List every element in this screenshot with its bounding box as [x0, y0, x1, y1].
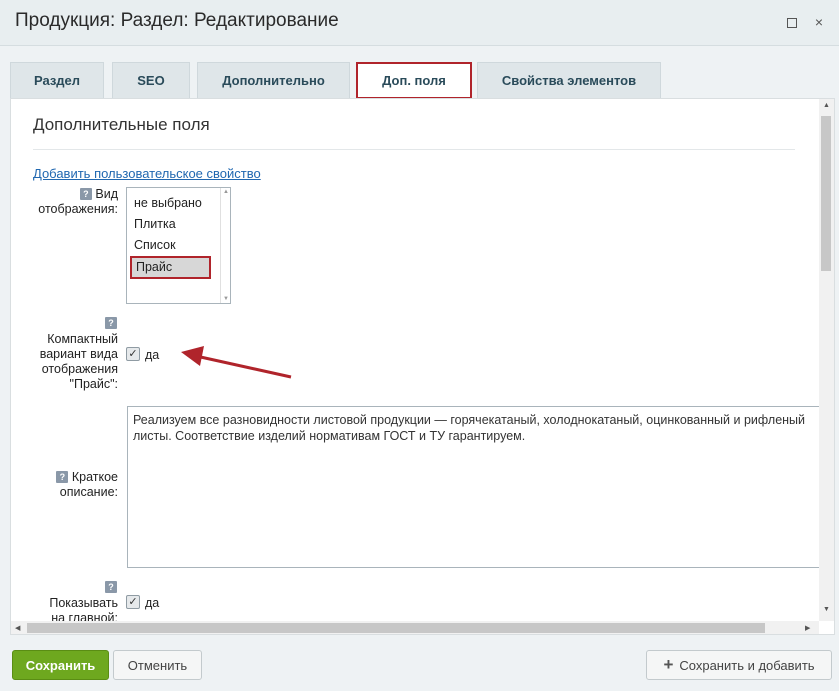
short-description-textarea[interactable]: Реализуем все разновидности листовой про… [127, 406, 819, 568]
tab-element-properties[interactable]: Свойства элементов [477, 62, 661, 98]
view-mode-label: ? Вид отображения: [38, 187, 118, 216]
tab-extra-fields[interactable]: Доп. поля [356, 62, 472, 99]
horizontal-scrollbar[interactable]: ◀ ▶ [11, 621, 819, 634]
tab-bar: Раздел SEO Дополнительно Доп. поля Свойс… [10, 62, 830, 99]
option-price[interactable]: Прайс [130, 256, 211, 279]
tab-seo[interactable]: SEO [112, 62, 190, 98]
show-main-checkbox[interactable]: ✓ [126, 595, 140, 609]
tab-section[interactable]: Раздел [10, 62, 104, 98]
listbox-scrollbar[interactable]: ▲ ▼ [220, 188, 230, 303]
option-list[interactable]: Список [134, 238, 176, 252]
annotation-arrow-icon [181, 346, 292, 379]
scroll-right-icon[interactable]: ▶ [805, 624, 810, 632]
add-property-link[interactable]: Добавить пользовательское свойство [33, 166, 261, 181]
maximize-icon[interactable] [785, 16, 797, 28]
scroll-up-icon[interactable]: ▲ [223, 189, 229, 195]
vertical-scroll-thumb[interactable] [821, 116, 831, 271]
compact-label: Компактный вариант вида отображения "Пра… [39, 332, 118, 391]
compact-checkbox-label: да [145, 348, 160, 362]
help-icon[interactable]: ? [105, 317, 117, 329]
save-button[interactable]: Сохранить [12, 650, 109, 680]
close-icon[interactable]: × [813, 15, 825, 29]
compact-checkbox[interactable]: ✓ [126, 347, 140, 361]
plus-icon: + [663, 655, 674, 674]
divider [33, 149, 795, 150]
scroll-left-icon[interactable]: ◀ [15, 624, 20, 632]
tab-additional[interactable]: Дополнительно [197, 62, 350, 98]
tab-panel: Дополнительные поля Добавить пользовател… [10, 98, 835, 635]
show-main-label: Показывать на главной: [49, 596, 118, 621]
save-and-add-label: Сохранить и добавить [679, 657, 815, 673]
help-icon[interactable]: ? [105, 581, 117, 593]
section-title: Дополнительные поля [33, 115, 210, 134]
horizontal-scroll-thumb[interactable] [27, 623, 765, 633]
scroll-down-icon[interactable]: ▼ [223, 296, 229, 302]
show-main-checkbox-label: да [145, 596, 160, 610]
save-and-add-button[interactable]: + Сохранить и добавить [646, 650, 832, 680]
vertical-scrollbar[interactable]: ▲ ▼ [819, 99, 834, 621]
window-title: Продукция: Раздел: Редактирование [15, 10, 339, 31]
cancel-button[interactable]: Отменить [113, 650, 202, 680]
option-none[interactable]: не выбрано [134, 196, 202, 210]
short-desc-label: ? Краткое описание: [21, 470, 118, 500]
form-content: Дополнительные поля Добавить пользовател… [11, 99, 819, 621]
scroll-down-icon[interactable]: ▼ [823, 606, 830, 613]
help-icon[interactable]: ? [56, 471, 69, 483]
option-tile[interactable]: Плитка [134, 217, 176, 231]
title-bar: Продукция: Раздел: Редактирование × [0, 0, 839, 46]
view-mode-select[interactable]: не выбрано Плитка Список Прайс ▲ ▼ [126, 187, 231, 304]
help-icon[interactable]: ? [79, 188, 92, 200]
scroll-up-icon[interactable]: ▲ [823, 102, 830, 109]
